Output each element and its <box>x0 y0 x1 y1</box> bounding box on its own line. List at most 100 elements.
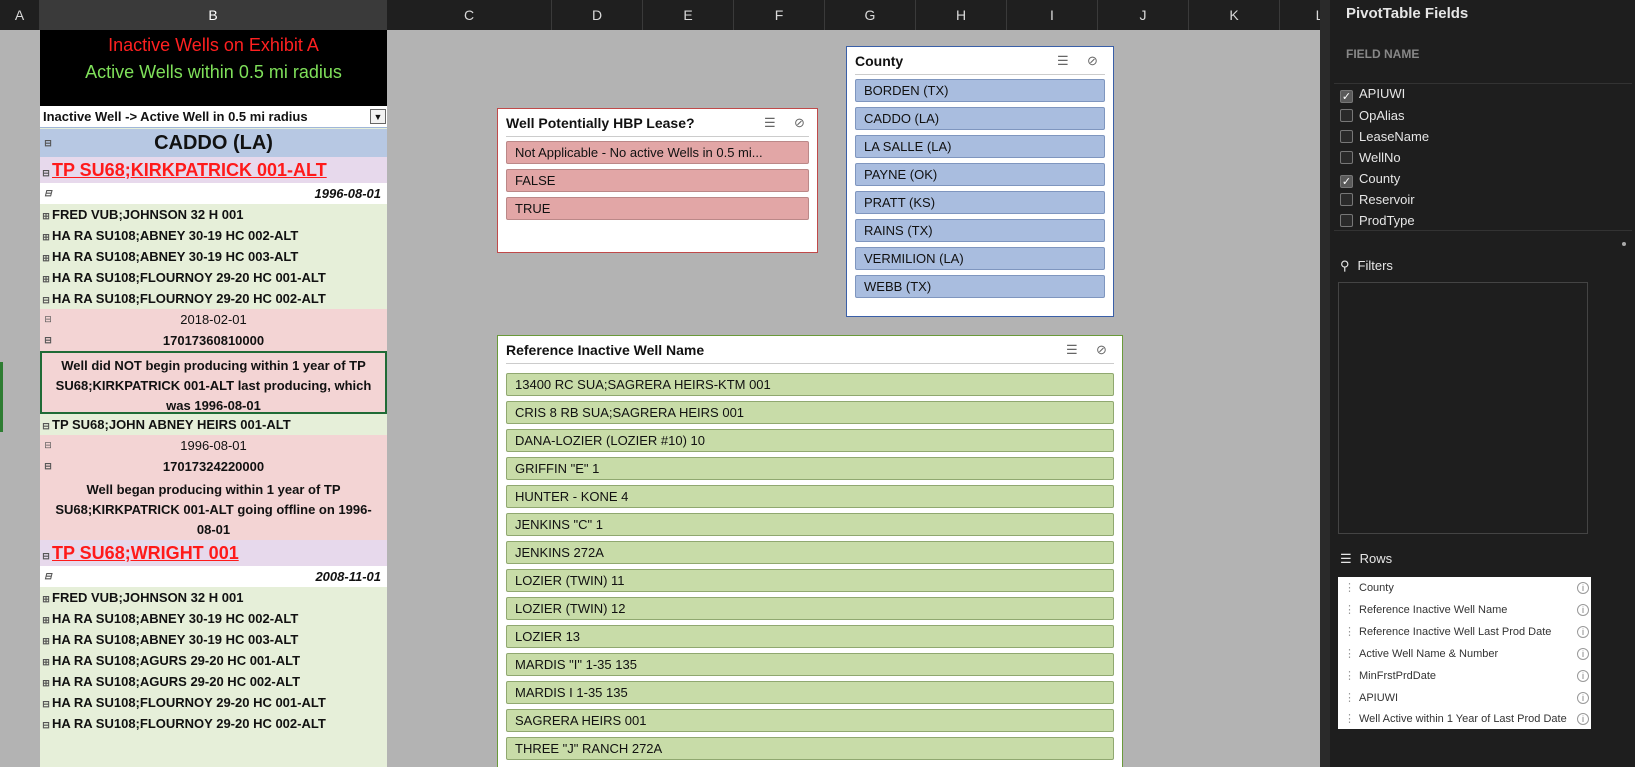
slicer-item[interactable]: CRIS 8 RB SUA;SAGRERA HEIRS 001 <box>506 401 1114 424</box>
info-icon[interactable]: i <box>1577 692 1589 704</box>
slicer-item[interactable]: WEBB (TX) <box>855 275 1105 298</box>
drag-handle-icon[interactable]: ⋮ <box>1344 604 1355 616</box>
row-active-well[interactable]: ⊟ HA RA SU108;FLOURNOY 29-20 HC 001-ALT <box>40 692 387 713</box>
row-field-chip[interactable]: ⋮ Well Active within 1 Year of Last Prod … <box>1338 708 1591 730</box>
clear-filter-icon[interactable]: ⊘ <box>794 115 805 131</box>
collapse-icon[interactable]: ⊟ <box>42 456 54 477</box>
expand-icon[interactable]: ⊞ <box>40 206 52 225</box>
scroll-indicator[interactable] <box>1622 242 1626 246</box>
slicer-item[interactable]: MARDIS I 1-35 135 <box>506 681 1114 704</box>
slicer-item[interactable]: THREE "J" RANCH 272A <box>506 737 1114 760</box>
collapse-icon[interactable]: ⊟ <box>40 715 52 734</box>
clear-filter-icon[interactable]: ⊘ <box>1087 53 1098 69</box>
drag-handle-icon[interactable]: ⋮ <box>1344 582 1355 594</box>
collapse-icon[interactable]: ⊟ <box>42 309 54 330</box>
slicer-item[interactable]: RAINS (TX) <box>855 219 1105 242</box>
row-field-chip[interactable]: ⋮ Reference Inactive Well Last Prod Date i <box>1338 621 1591 643</box>
checkbox[interactable] <box>1340 130 1353 143</box>
dropdown-arrow-icon[interactable]: ▼ <box>370 109 386 124</box>
collapse-icon[interactable]: ⊟ <box>40 543 52 566</box>
expand-icon[interactable]: ⊞ <box>40 589 52 608</box>
collapse-icon[interactable]: ⊟ <box>40 290 52 309</box>
expand-icon[interactable]: ⊞ <box>40 227 52 246</box>
info-icon[interactable]: i <box>1577 626 1589 638</box>
info-icon[interactable]: i <box>1577 713 1589 725</box>
slicer-item[interactable]: GRIFFIN "E" 1 <box>506 457 1114 480</box>
pane-splitter[interactable] <box>1320 0 1330 767</box>
column-header-H[interactable]: H <box>916 0 1007 30</box>
slicer-item[interactable]: Not Applicable - No active Wells in 0.5 … <box>506 141 809 164</box>
expand-icon[interactable]: ⊞ <box>40 631 52 650</box>
row-active-well[interactable]: ⊟ HA RA SU108;FLOURNOY 29-20 HC 002-ALT <box>40 713 387 734</box>
row-first-prod-date[interactable]: ⊟ 2018-02-01 <box>40 309 387 330</box>
row-active-well[interactable]: ⊞ HA RA SU108;ABNEY 30-19 HC 002-ALT <box>40 608 387 629</box>
column-header-D[interactable]: D <box>552 0 643 30</box>
slicer-item[interactable]: VERMILION (LA) <box>855 247 1105 270</box>
drag-handle-icon[interactable]: ⋮ <box>1344 713 1355 725</box>
field-item-reservoir[interactable]: Reservoir <box>1340 190 1415 210</box>
row-note-selected-cell[interactable]: Well did NOT begin producing within 1 ye… <box>40 351 387 414</box>
row-active-well[interactable]: ⊞ HA RA SU108;AGURS 29-20 HC 001-ALT <box>40 650 387 671</box>
slicer-item[interactable]: PAYNE (OK) <box>855 163 1105 186</box>
row-field-chip[interactable]: ⋮ Reference Inactive Well Name i <box>1338 599 1591 621</box>
column-header-C[interactable]: C <box>387 0 552 30</box>
drag-handle-icon[interactable]: ⋮ <box>1344 626 1355 638</box>
checkbox-checked[interactable]: ✓ <box>1340 175 1353 188</box>
slicer-item[interactable]: JENKINS "C" 1 <box>506 513 1114 536</box>
row-active-well[interactable]: ⊞ HA RA SU108;ABNEY 30-19 HC 002-ALT <box>40 225 387 246</box>
collapse-icon[interactable]: ⊟ <box>40 416 52 435</box>
collapse-icon[interactable]: ⊟ <box>40 160 52 183</box>
multi-select-icon[interactable]: ☰ <box>1057 53 1069 69</box>
slicer-item[interactable]: MARDIS "I" 1-35 135 <box>506 653 1114 676</box>
collapse-icon[interactable]: ⊟ <box>42 330 54 351</box>
column-header-K[interactable]: K <box>1189 0 1280 30</box>
row-active-well[interactable]: ⊞ FRED VUB;JOHNSON 32 H 001 <box>40 204 387 225</box>
row-note[interactable]: Well began producing within 1 year of TP… <box>40 477 387 540</box>
column-header-I[interactable]: I <box>1007 0 1098 30</box>
info-icon[interactable]: i <box>1577 670 1589 682</box>
row-active-well[interactable]: ⊟ TP SU68;JOHN ABNEY HEIRS 001-ALT <box>40 414 387 435</box>
slicer-item[interactable]: JENKINS 272A <box>506 541 1114 564</box>
expand-icon[interactable]: ⊞ <box>40 248 52 267</box>
row-field-chip[interactable]: ⋮ APIUWI i <box>1338 687 1591 709</box>
inactive-well-link[interactable]: TP SU68;KIRKPATRICK 001-ALT <box>52 160 327 180</box>
drag-handle-icon[interactable]: ⋮ <box>1344 670 1355 682</box>
collapse-icon[interactable]: ⊟ <box>40 694 52 713</box>
row-api[interactable]: ⊟ 17017360810000 <box>40 330 387 351</box>
row-active-well[interactable]: ⊞ HA RA SU108;ABNEY 30-19 HC 003-ALT <box>40 246 387 267</box>
row-last-prod-date[interactable]: ⊟ 1996-08-01 <box>40 183 387 204</box>
expand-icon[interactable]: ⊞ <box>40 269 52 288</box>
slicer-item[interactable]: CADDO (LA) <box>855 107 1105 130</box>
field-item-wellno[interactable]: WellNo <box>1340 148 1401 168</box>
field-item-prodtype[interactable]: ProdType <box>1340 211 1415 230</box>
slicer-item[interactable]: LOZIER (TWIN) 12 <box>506 597 1114 620</box>
filters-drop-area[interactable] <box>1338 282 1588 534</box>
pivot-row-header[interactable]: Inactive Well -> Active Well in 0.5 mi r… <box>40 106 387 128</box>
multi-select-icon[interactable]: ☰ <box>1066 342 1078 358</box>
row-api[interactable]: ⊟ 17017324220000 <box>40 456 387 477</box>
slicer-item[interactable]: TRUE <box>506 197 809 220</box>
slicer-item[interactable]: 13400 RC SUA;SAGRERA HEIRS-KTM 001 <box>506 373 1114 396</box>
column-header-J[interactable]: J <box>1098 0 1189 30</box>
checkbox[interactable] <box>1340 109 1353 122</box>
column-header-B[interactable]: B <box>40 0 387 30</box>
collapse-icon[interactable]: ⊟ <box>42 566 54 587</box>
checkbox-checked[interactable]: ✓ <box>1340 90 1353 103</box>
row-county[interactable]: ⊟ CADDO (LA) <box>40 129 387 157</box>
expand-icon[interactable]: ⊞ <box>40 610 52 629</box>
expand-icon[interactable]: ⊞ <box>40 673 52 692</box>
multi-select-icon[interactable]: ☰ <box>764 115 776 131</box>
row-active-well[interactable]: ⊟ HA RA SU108;FLOURNOY 29-20 HC 002-ALT <box>40 288 387 309</box>
field-item-opalias[interactable]: OpAlias <box>1340 106 1405 126</box>
field-list[interactable]: ✓ APIUWI OpAlias LeaseName WellNo ✓ County… <box>1334 83 1632 231</box>
slicer-item[interactable]: LA SALLE (LA) <box>855 135 1105 158</box>
slicer-item[interactable]: BORDEN (TX) <box>855 79 1105 102</box>
expand-icon[interactable]: ⊞ <box>40 652 52 671</box>
checkbox[interactable] <box>1340 214 1353 227</box>
checkbox[interactable] <box>1340 151 1353 164</box>
field-item-leasename[interactable]: LeaseName <box>1340 127 1429 147</box>
drag-handle-icon[interactable]: ⋮ <box>1344 648 1355 660</box>
row-active-well[interactable]: ⊞ FRED VUB;JOHNSON 32 H 001 <box>40 587 387 608</box>
column-header-E[interactable]: E <box>643 0 734 30</box>
row-field-chip[interactable]: ⋮ County i <box>1338 577 1591 599</box>
